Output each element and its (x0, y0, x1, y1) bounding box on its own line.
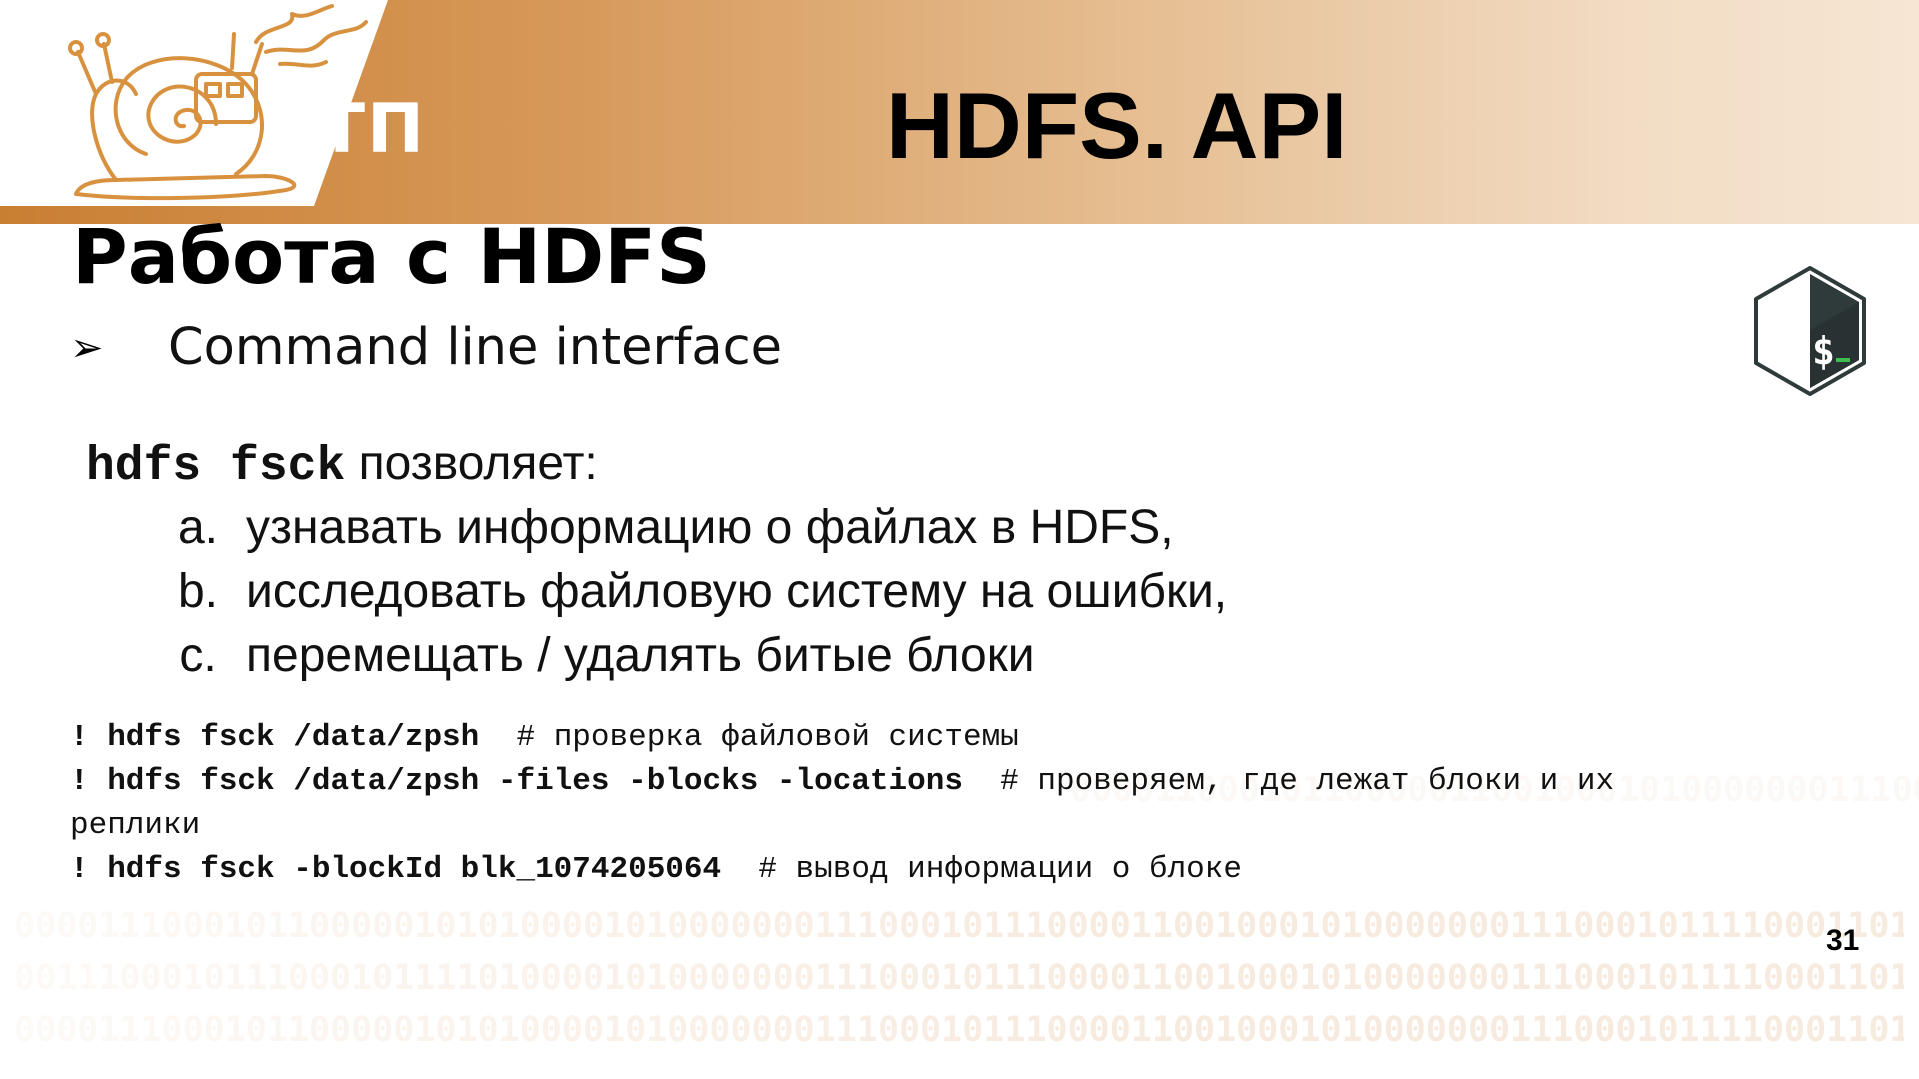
code-command: ! hdfs fsck /data/zpsh (70, 720, 480, 755)
binary-row-2: 0011100010111000101111010000101000000011… (14, 958, 1904, 998)
binary-row-3: 0000111000101100000101010000101000000011… (14, 1010, 1904, 1050)
list-marker: b. (177, 564, 219, 618)
svg-text:$: $ (1812, 329, 1835, 373)
code-line-1: ! hdfs fsck /data/zpsh # проверка файлов… (70, 716, 1870, 760)
list-text: узнавать информацию о файлах в HDFS, (246, 500, 1174, 554)
code-comment: # проверка файловой системы (479, 720, 1019, 755)
intro-command: hdfs fsck (86, 440, 346, 494)
bullet-item: ➢ Command line interface (70, 318, 782, 377)
bash-terminal-icon: $ (1754, 266, 1866, 396)
binary-row-1: 0000111000101100000101010000101000000011… (14, 906, 1904, 946)
list-marker: a. (177, 500, 219, 554)
arrow-bullet-icon: ➢ (70, 324, 104, 371)
list-item: b. исследовать файловую систему на ошибк… (150, 559, 1227, 623)
logo-text: АТП (264, 90, 426, 169)
capabilities-list: a. узнавать информацию о файлах в HDFS, … (150, 495, 1227, 687)
list-marker: c. (179, 628, 217, 682)
list-item: a. узнавать информацию о файлах в HDFS, (150, 495, 1227, 559)
section-title: Работа с HDFS (72, 212, 711, 301)
code-line-4: ! hdfs fsck -blockId blk_1074205064 # вы… (70, 848, 1870, 892)
code-block: ! hdfs fsck /data/zpsh # проверка файлов… (70, 716, 1870, 892)
list-text: перемещать / удалять битые блоки (246, 628, 1035, 682)
code-comment-continuation: реплики (70, 808, 201, 843)
intro-line: hdfs fsck позволяет: (86, 436, 598, 494)
bullet-text: Command line interface (168, 318, 783, 377)
list-text: исследовать файловую систему на ошибки, (246, 564, 1228, 618)
slide: АТП HDFS. API 00001100010110000011001000… (0, 0, 1919, 1079)
code-comment: # проверяем, где лежат блоки и их (962, 764, 1615, 799)
binary-background: 0000111000101100000101010000101000000011… (14, 900, 1914, 1056)
slide-title: HDFS. API (886, 73, 1348, 178)
list-item: c. перемещать / удалять битые блоки (150, 623, 1227, 687)
page-number: 31 (1826, 924, 1860, 957)
code-line-2: ! hdfs fsck /data/zpsh -files -blocks -l… (70, 760, 1870, 804)
code-command: ! hdfs fsck -blockId blk_1074205064 (70, 852, 722, 887)
code-command: ! hdfs fsck /data/zpsh -files -blocks -l… (70, 764, 963, 799)
code-line-3: реплики (70, 804, 1870, 848)
intro-text: позволяет: (345, 437, 598, 490)
code-comment: # вывод информации о блоке (721, 852, 1242, 887)
